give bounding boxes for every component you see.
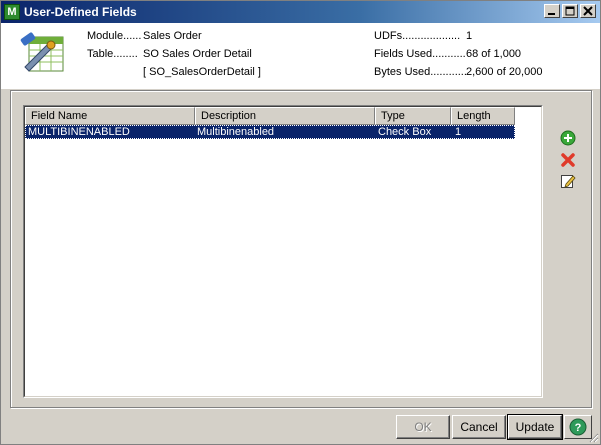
table-row[interactable]: MULTIBINENABLED Multibinenabled Check Bo…: [25, 125, 515, 139]
window-title: User-Defined Fields: [24, 5, 137, 19]
bytes-used-value: 2,600 of 20,000: [466, 66, 543, 78]
grid-body[interactable]: Field Name Description Type Length MULTI…: [24, 106, 542, 397]
ok-button[interactable]: OK: [396, 415, 450, 439]
minimize-button[interactable]: [544, 4, 560, 18]
cell-type: Check Box: [378, 126, 432, 138]
udfs-label: UDFs...................: [374, 30, 461, 42]
edit-icon[interactable]: [560, 173, 576, 189]
maximize-button[interactable]: [562, 4, 578, 18]
close-icon: [583, 6, 593, 16]
close-button[interactable]: [580, 4, 596, 18]
column-field-name[interactable]: Field Name: [25, 107, 195, 125]
table-value: SO Sales Order Detail: [143, 48, 252, 60]
header-panel: Module...... Sales Order Table........ S…: [1, 23, 600, 89]
add-icon[interactable]: [560, 130, 576, 146]
udfs-value: 1: [466, 30, 473, 42]
delete-icon[interactable]: [560, 152, 576, 168]
column-type[interactable]: Type: [375, 107, 451, 125]
cancel-button[interactable]: Cancel: [452, 415, 506, 439]
user-defined-fields-icon: [20, 32, 64, 72]
cell-length: 1: [455, 126, 462, 138]
fields-used-label: Fields Used...........: [374, 48, 466, 60]
column-length[interactable]: Length: [451, 107, 515, 125]
bytes-used-label: Bytes Used............: [374, 66, 467, 78]
minimize-icon: [548, 13, 555, 15]
module-label: Module......: [87, 30, 142, 42]
ok-button-label: OK: [414, 420, 432, 434]
fields-grid[interactable]: Field Name Description Type Length MULTI…: [23, 105, 543, 398]
svg-text:?: ?: [575, 422, 582, 434]
maximize-icon: [565, 6, 575, 16]
update-button[interactable]: Update: [507, 414, 563, 440]
app-icon: M: [4, 4, 20, 20]
update-button-label: Update: [515, 420, 555, 434]
column-description[interactable]: Description: [195, 107, 375, 125]
resize-grip-icon[interactable]: [587, 431, 599, 443]
cell-field-name: MULTIBINENABLED: [28, 126, 130, 138]
udf-window: M User-Defined Fields Module...... Sales…: [0, 0, 601, 445]
fields-used-value: 68 of 1,000: [466, 48, 522, 60]
module-value: Sales Order: [143, 30, 202, 42]
cell-description: Multibinenabled: [197, 126, 275, 138]
table-label: Table........: [87, 48, 138, 60]
table-name: [ SO_SalesOrderDetail ]: [143, 66, 261, 78]
title-bar[interactable]: M User-Defined Fields: [1, 1, 600, 23]
cancel-button-label: Cancel: [460, 420, 498, 434]
